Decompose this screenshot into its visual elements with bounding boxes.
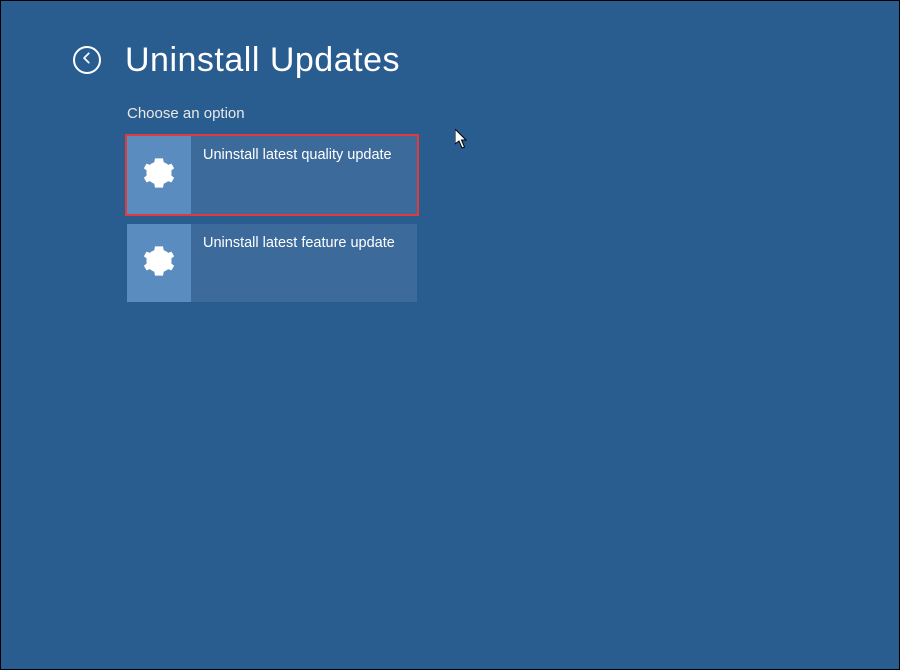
page-header: Uninstall Updates [1, 1, 899, 77]
mouse-cursor-icon [455, 129, 469, 149]
page-subtitle: Choose an option [127, 105, 899, 122]
back-button[interactable] [73, 46, 101, 74]
option-uninstall-quality-update[interactable]: Uninstall latest quality update [127, 136, 417, 214]
options-list: Uninstall latest quality update Uninstal… [127, 136, 417, 302]
gear-icon [143, 245, 175, 282]
option-icon-container [127, 224, 191, 302]
gear-icon [143, 157, 175, 194]
back-arrow-icon [80, 51, 94, 70]
option-label: Uninstall latest quality update [191, 136, 404, 165]
option-label: Uninstall latest feature update [191, 224, 407, 253]
page-title: Uninstall Updates [125, 43, 400, 77]
option-uninstall-feature-update[interactable]: Uninstall latest feature update [127, 224, 417, 302]
option-icon-container [127, 136, 191, 214]
